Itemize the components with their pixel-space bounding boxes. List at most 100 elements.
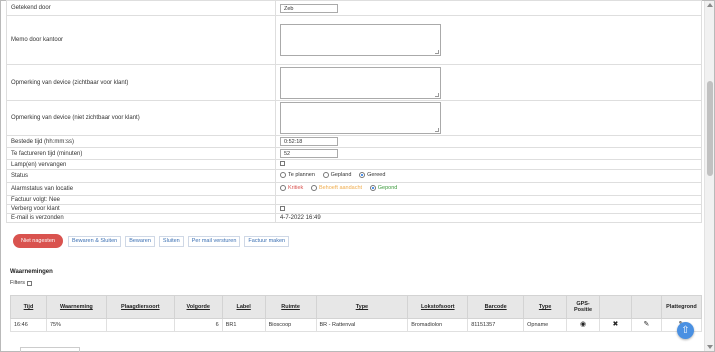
scroll-up-arrow-icon[interactable] (707, 3, 713, 7)
column-header-delete (599, 295, 632, 319)
edit-note-icon[interactable]: ✎ (643, 321, 649, 329)
alarm-label: Alarmstatus van locatie (6, 182, 276, 196)
alarm-radio-group: Kritiek Behoeft aandacht Gepond (275, 182, 702, 196)
email-value: 4-7-2022 16:49 (275, 213, 702, 223)
filters-checkbox[interactable] (26, 280, 32, 286)
observations-header-row: Tijd Waarneming Plaagdiersoort Volgorde … (10, 295, 703, 319)
alarm-option-label: Behoeft aandacht (318, 185, 363, 191)
radio-selected-icon (359, 172, 366, 178)
form-row-status: Status Te plannen Gepland Gereed (6, 169, 702, 183)
radio-circle-icon (310, 185, 317, 191)
status-option-label: Gereed (367, 172, 386, 178)
cell-gps: ◉ (566, 318, 601, 332)
close-x-icon[interactable]: ✖ (613, 321, 619, 329)
scroll-to-top-button[interactable]: ⇧ (677, 322, 694, 339)
form-row-time-spent: Bestede tijd (hh:mm:ss) 0:52:18 (6, 135, 702, 148)
status-label: Status (6, 169, 276, 183)
status-radio-group: Te plannen Gepland Gereed (275, 169, 702, 183)
remark-visible-textarea[interactable] (280, 66, 441, 99)
cell-waarneming: 75% (45, 318, 107, 332)
remark-visible-label: Opmerking van device (zichtbaar voor kla… (6, 64, 276, 101)
form-row-remark-visible: Opmerking van device (zichtbaar voor kla… (6, 64, 702, 101)
column-header-type-2[interactable]: Type (523, 295, 568, 319)
column-header-lokstofsoort[interactable]: Lokstofsoort (407, 295, 469, 319)
signed-by-input[interactable]: Zeb (280, 3, 338, 13)
scroll-down-arrow-icon[interactable] (707, 345, 713, 349)
cell-barcode: 81151357 (467, 318, 525, 332)
filters-toggle[interactable]: Filters (10, 280, 32, 286)
vertical-scrollbar[interactable] (704, 1, 714, 351)
hide-checkbox[interactable] (280, 205, 285, 211)
form-row-time-invoice: Te factureren tijd (minuten) 52 (6, 147, 702, 160)
memo-textarea[interactable] (280, 24, 441, 56)
memo-label: Memo door kantoor (6, 15, 276, 65)
time-spent-label: Bestede tijd (hh:mm:ss) (6, 135, 276, 148)
column-header-edit (630, 295, 662, 319)
email-label: E-mail is verzonden (6, 213, 276, 223)
remark-hidden-label: Opmerking van device (niet zichtbaar voo… (6, 100, 276, 136)
cell-tijd: 16:46 (10, 318, 47, 332)
form-row-hide: Verberg voor klant (6, 204, 702, 214)
cell-type: BR - Rattenval (315, 318, 409, 332)
form-row-memo: Memo door kantoor (6, 15, 702, 65)
remark-hidden-textarea[interactable] (280, 102, 441, 134)
main-content: Getekend door Zeb Memo door kantoor Opme… (6, 0, 703, 352)
form-row-lamps: Lamp(en) vervangen (6, 159, 702, 170)
hide-label: Verberg voor klant (6, 204, 276, 214)
arrow-up-icon: ⇧ (681, 325, 690, 336)
lamps-checkbox[interactable] (280, 161, 285, 167)
time-invoice-input[interactable]: 52 (280, 149, 338, 158)
cell-volgorde: 6 (173, 318, 223, 332)
column-header-barcode[interactable]: Barcode (467, 295, 525, 319)
alarm-option-label: Gepond (377, 185, 398, 191)
cell-label: BR1 (221, 318, 266, 332)
column-header-ruimte[interactable]: Ruimte (264, 295, 317, 319)
time-spent-input[interactable]: 0:52:18 (280, 137, 338, 146)
radio-selected-icon (369, 185, 376, 191)
save-button[interactable]: Bewaren (125, 235, 155, 247)
alarm-radio-gepond[interactable]: Gepond (369, 185, 398, 191)
form-row-invoice: Factuur volgt: Nee (6, 195, 702, 205)
column-header-waarneming[interactable]: Waarneming (45, 295, 107, 319)
alarm-option-label: Kritiek (288, 185, 304, 191)
resize-grip-icon[interactable] (435, 92, 439, 97)
signed-by-label: Getekend door (6, 0, 276, 16)
save-close-button[interactable]: Bewaren & Sluiten (67, 235, 122, 247)
pagination-strip[interactable] (20, 347, 80, 352)
invoice-label: Factuur volgt: Nee (6, 195, 276, 205)
column-header-label[interactable]: Label (221, 295, 266, 319)
alarm-radio-behoeft-aandacht[interactable]: Behoeft aandacht (310, 185, 363, 191)
form-row-signed-by: Getekend door Zeb (6, 0, 702, 16)
time-invoice-label: Te factureren tijd (minuten) (6, 147, 276, 160)
cell-plaagdiersoort (105, 318, 175, 332)
observations-title: Waarnemingen (10, 269, 53, 275)
column-header-type[interactable]: Type (315, 295, 409, 319)
cancel-button[interactable]: Niet nagesten (13, 234, 63, 248)
create-invoice-button[interactable]: Factuur maken (244, 235, 290, 247)
send-mail-button[interactable]: Per mail versturen (187, 235, 241, 247)
work-order-form: Getekend door Zeb Memo door kantoor Opme… (6, 0, 702, 223)
scrollbar-thumb[interactable] (707, 81, 713, 176)
resize-grip-icon[interactable] (435, 50, 439, 54)
column-header-volgorde[interactable]: Volgorde (173, 295, 223, 319)
gps-target-icon[interactable]: ◉ (580, 321, 586, 329)
alarm-radio-kritiek[interactable]: Kritiek (280, 185, 303, 191)
cell-delete: ✖ (599, 318, 632, 332)
column-header-tijd[interactable]: Tijd (10, 295, 47, 319)
status-radio-gereed[interactable]: Gereed (359, 172, 385, 178)
status-radio-te-plannen[interactable]: Te plannen (280, 172, 315, 178)
table-row: 16:46 75% 6 BR1 Bioscoop BR - Rattenval … (10, 318, 703, 332)
status-option-label: Gepland (330, 172, 352, 178)
column-header-plattegrond: Plattegrond (660, 295, 703, 319)
filters-label: Filters (10, 280, 25, 286)
close-button[interactable]: Sluiten (158, 235, 184, 247)
radio-circle-icon (280, 185, 286, 191)
status-radio-gepland[interactable]: Gepland (322, 172, 352, 178)
resize-grip-icon[interactable] (435, 128, 439, 132)
radio-circle-icon (280, 172, 286, 178)
form-row-remark-hidden: Opmerking van device (niet zichtbaar voo… (6, 100, 702, 136)
observations-table: Tijd Waarneming Plaagdiersoort Volgorde … (10, 295, 703, 332)
radio-circle-icon (322, 172, 329, 178)
cell-ruimte: Bioscoop (264, 318, 317, 332)
column-header-plaagdiersoort[interactable]: Plaagdiersoort (105, 295, 175, 319)
